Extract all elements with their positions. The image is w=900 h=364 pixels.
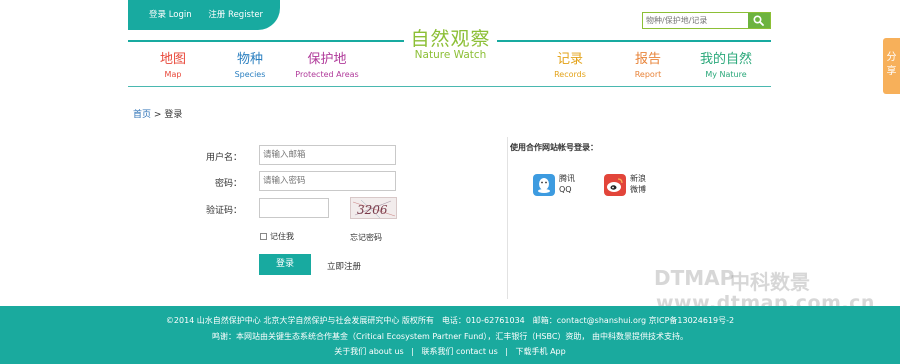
captcha-field[interactable] (259, 198, 329, 218)
nav-records[interactable]: 记录 Records (550, 52, 590, 81)
password-field[interactable] (259, 171, 396, 191)
nav-protected-areas-sublabel: Protected Areas (295, 70, 359, 79)
partner-login-title: 使用合作网站帐号登录： (510, 143, 598, 152)
weibo-login[interactable]: 新浪 微博 (604, 173, 654, 197)
nav-species[interactable]: 物种 Species (228, 52, 272, 81)
qq-login-sub: QQ (559, 185, 572, 194)
nav-map[interactable]: 地图 Map (152, 52, 194, 81)
nav-protected-areas-label: 保护地 (307, 52, 347, 67)
weibo-login-name: 新浪 (630, 174, 646, 183)
qq-icon (533, 174, 555, 196)
search-box (642, 12, 771, 29)
site-logo-cn[interactable]: 自然观察 (404, 24, 497, 51)
nav-my-nature[interactable]: 我的自然 My Nature (698, 52, 754, 81)
nav-report-label: 报告 (634, 52, 661, 67)
search-icon (753, 15, 764, 26)
breadcrumb-home[interactable]: 首页 (133, 110, 151, 120)
breadcrumb: 首页 > 登录 (133, 107, 182, 120)
watermark-cn: 中科数景 (730, 270, 810, 294)
breadcrumb-current: 登录 (164, 110, 183, 120)
header-rule-left (128, 40, 404, 42)
nav-my-nature-label: 我的自然 (699, 52, 752, 67)
qq-login-label: 腾讯 QQ (559, 173, 575, 195)
site-logo-en: Nature Watch (414, 49, 487, 61)
site-header: 登录 Login 注册 Register 自然观察 Nature Watch 地… (0, 0, 900, 90)
nav-bottom-rule (128, 86, 771, 87)
form-divider (507, 137, 508, 299)
login-link[interactable]: 登录 Login (149, 10, 192, 20)
footer-links: 关于我们 about us | 联系我们 contact us | 下载手机 A… (0, 346, 900, 357)
footer-link-app[interactable]: 下载手机 App (516, 347, 566, 356)
footer-link-separator: | (411, 347, 414, 356)
captcha-label: 验证码： (205, 206, 242, 216)
weibo-icon (604, 174, 626, 196)
nav-species-label: 物种 (236, 52, 263, 67)
remember-label: 记住我 (270, 232, 294, 241)
nav-map-sublabel: Map (164, 70, 182, 79)
breadcrumb-separator: > (153, 110, 162, 120)
qq-login[interactable]: 腾讯 QQ (533, 173, 583, 197)
footer-link-about[interactable]: 关于我们 about us (334, 347, 403, 356)
footer-link-separator: | (505, 347, 508, 356)
share-tab[interactable]: 分享 (883, 38, 900, 94)
footer-link-contact[interactable]: 联系我们 contact us (421, 347, 497, 356)
nav-records-label: 记录 (556, 52, 583, 67)
login-button[interactable]: 登录 (259, 254, 311, 275)
nav-my-nature-sublabel: My Nature (705, 70, 747, 79)
username-field[interactable] (259, 145, 396, 165)
search-button[interactable] (748, 13, 770, 28)
username-label: 用户名： (205, 153, 242, 163)
remember-me[interactable]: 记住我 (260, 231, 294, 242)
captcha-image[interactable]: 3206 (350, 197, 397, 219)
qq-login-name: 腾讯 (559, 174, 575, 183)
weibo-login-sub: 微博 (630, 185, 646, 194)
captcha-noise: 3206 (352, 199, 396, 218)
header-rule-right (497, 40, 771, 42)
forgot-password-link[interactable]: 忘记密码 (350, 232, 382, 243)
footer-acknowledgement: 鸣谢：本网站由关键生态系统合作基金（Critical Ecosystem Par… (212, 332, 688, 341)
search-input[interactable] (643, 13, 749, 28)
captcha-text: 3206 (357, 203, 388, 217)
footer-copyright: ©2014 山水自然保护中心 北京大学自然保护与社会发展研究中心 版权所有 电话… (165, 316, 735, 325)
nav-report-sublabel: Report (634, 70, 662, 79)
password-label: 密码： (214, 179, 242, 189)
nav-records-sublabel: Records (554, 70, 586, 79)
register-top-link[interactable]: 注册 Register (208, 10, 263, 20)
account-tab: 登录 Login 注册 Register (128, 0, 280, 30)
site-footer: ©2014 山水自然保护中心 北京大学自然保护与社会发展研究中心 版权所有 电话… (0, 306, 900, 364)
watermark-logo: DTMAP (654, 266, 735, 290)
nav-map-label: 地图 (159, 52, 186, 67)
weibo-login-label: 新浪 微博 (630, 173, 646, 195)
nav-protected-areas[interactable]: 保护地 Protected Areas (294, 52, 360, 81)
nav-report[interactable]: 报告 Report (628, 52, 668, 81)
register-link[interactable]: 立即注册 (327, 260, 361, 272)
nav-species-sublabel: Species (234, 70, 266, 79)
remember-checkbox[interactable] (260, 233, 267, 240)
